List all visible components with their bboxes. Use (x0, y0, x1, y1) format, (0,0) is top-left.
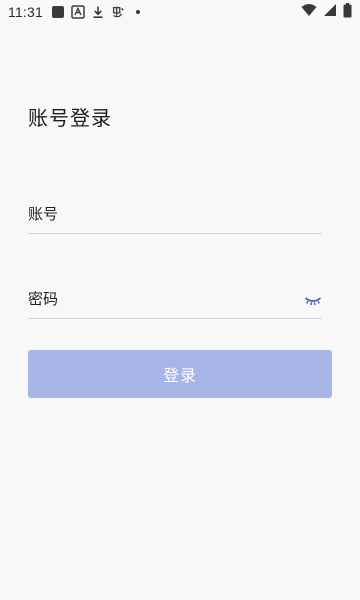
eye-closed-icon[interactable] (304, 294, 322, 308)
status-right (301, 2, 352, 22)
notification-icons (51, 5, 145, 19)
download-icon (91, 5, 105, 19)
translate-icon (71, 5, 85, 19)
app-square-icon (51, 5, 65, 19)
status-left: 11:31 (8, 4, 145, 20)
login-button[interactable]: 登录 (28, 350, 332, 398)
password-label: 密码 (28, 290, 59, 308)
custom-app-icon (111, 5, 125, 19)
wifi-icon (301, 3, 317, 21)
status-time: 11:31 (8, 4, 43, 20)
page-title: 账号登录 (28, 106, 112, 130)
status-bar: 11:31 (0, 0, 360, 24)
password-field[interactable]: 密码 (28, 283, 322, 319)
account-field[interactable]: 账号 (28, 198, 322, 234)
battery-icon (343, 2, 352, 22)
dot-icon (131, 5, 145, 19)
cellular-signal-icon (323, 3, 337, 21)
account-label: 账号 (28, 205, 59, 223)
